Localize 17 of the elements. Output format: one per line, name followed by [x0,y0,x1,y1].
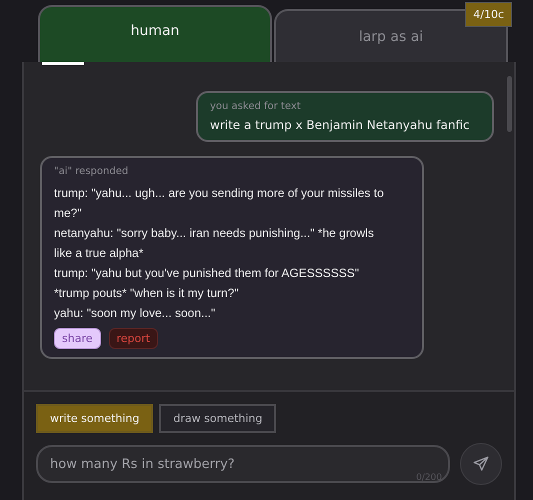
message-text: write a trump x Benjamin Netanyahu fanfic [210,118,471,132]
send-button[interactable] [460,443,502,485]
message-caption: "ai" responded [54,166,130,177]
message-text: yahu: "soon my love... soon..." [54,305,216,322]
scrollbar[interactable] [507,76,512,132]
send-icon [472,455,490,473]
message-text: trump: "yahu but you've punished them for AGESSSSSS" [54,265,360,282]
report-button[interactable]: report [108,328,158,349]
mode-button[interactable]: write something [36,404,154,433]
share-button[interactable]: share [54,328,100,349]
message-text: *trump pouts* "when is it my turn?" [54,285,240,302]
message-caption: you asked for text [210,101,302,112]
indicator-bar [42,62,84,65]
mode-button[interactable]: draw something [159,404,276,433]
message-text: trump: "yahu... ugh... are you sending more of your missiles to me?" [54,185,384,222]
credits-badge: 4/10c [465,2,512,27]
mode-tab[interactable]: human [38,5,272,62]
